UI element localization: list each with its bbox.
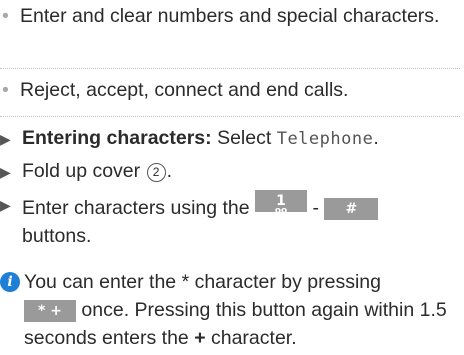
bullet-item: • Reject, accept, connect and end calls. [0,76,464,104]
display-text-telephone: Telephone [276,129,374,149]
step-heading: Entering characters: [22,127,212,149]
step-enter-characters: ▶ Enter characters using the 1 oo - # but… [0,190,464,250]
step-arrow-icon: ▶ [0,197,11,213]
info-icon: i [0,272,20,292]
callout-number: 2 [146,163,166,182]
bullet-marker: • [2,79,9,101]
step-arrow-icon: ▶ [0,131,11,147]
manual-page: • Enter and clear numbers and special ch… [0,0,464,355]
step-fold-cover: ▶ Fold up cover 2. [0,157,464,186]
voicemail-icon: oo [274,206,288,216]
dotted-separator [0,68,460,69]
step-entering-characters: ▶ Entering characters: Select Telephone. [0,124,464,153]
bullet-text: Reject, accept, connect and end calls. [20,79,349,101]
key-1-button: 1 oo [255,190,308,216]
bullet-marker: • [2,5,9,27]
key-hash-button: # [324,198,379,220]
bullet-text: Enter and clear numbers and special char… [20,5,440,27]
info-note: i You can enter the * character by press… [0,268,464,352]
key-star-plus-button: * + [24,300,76,322]
step-arrow-icon: ▶ [0,164,11,180]
dotted-separator [0,116,460,117]
bullet-item: • Enter and clear numbers and special ch… [0,2,464,30]
